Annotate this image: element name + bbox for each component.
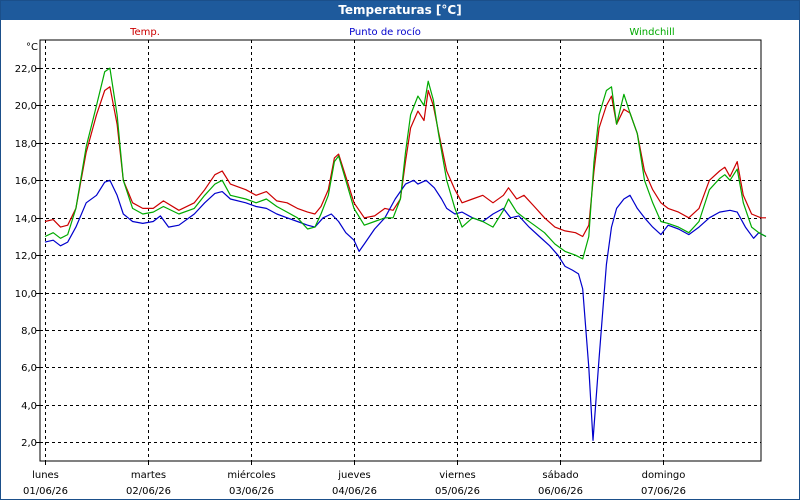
y-tick-label: 22,0 [15, 64, 37, 75]
series-line-punto-de-roc-o [44, 179, 767, 441]
x-tick-date-label: 05/06/26 [435, 486, 480, 497]
y-tick-label: 16,0 [15, 176, 37, 187]
y-tick-label: 14,0 [15, 214, 37, 225]
y-tick-label: 20,0 [15, 101, 37, 112]
y-axis: 2,0 4,0 6,0 8,0 10,0 12,0 14,0 16,0 18,0 20,0 22,0 [15, 64, 40, 449]
y-tick-label: 6,0 [21, 363, 37, 374]
x-tick-day-label: sábado [542, 469, 578, 481]
y-tick-label: 8,0 [21, 326, 37, 337]
y-tick-label: 2,0 [21, 438, 37, 449]
series-lines [44, 67, 767, 441]
legend-entry: Punto de rocío [349, 26, 421, 38]
grid [40, 40, 761, 461]
legend-entry: Temp. [129, 27, 160, 38]
x-tick-date-label: 01/06/26 [23, 486, 68, 497]
x-axis: lunes 01/06/26 martes 02/06/26 miércoles 03/0… [23, 461, 686, 497]
x-tick-day-label: martes [131, 470, 166, 481]
x-tick-day-label: miércoles [227, 469, 275, 481]
x-tick-date-label: 02/06/26 [126, 486, 171, 497]
legend-entry: Windchill [629, 27, 674, 38]
y-tick-label: 18,0 [15, 139, 37, 150]
x-tick-day-label: viernes [439, 470, 475, 481]
x-tick-date-label: 04/06/26 [332, 486, 377, 497]
x-tick-date-label: 03/06/26 [229, 486, 274, 497]
x-tick-date-label: 06/06/26 [538, 486, 583, 497]
y-tick-label: 4,0 [21, 401, 37, 412]
legend: Temp. Punto de rocío Windchill [129, 26, 675, 38]
temperature-chart: 2,0 4,0 6,0 8,0 10,0 12,0 14,0 16,0 18,0 20,0 22,0… [15, 26, 767, 497]
x-tick-date-label: 07/06/26 [641, 486, 686, 497]
y-tick-label: 12,0 [15, 251, 37, 262]
x-tick-day-label: lunes [32, 470, 59, 481]
x-tick-day-label: jueves [337, 470, 371, 481]
y-tick-label: 10,0 [15, 289, 37, 300]
x-tick-day-label: domingo [642, 470, 686, 481]
y-axis-unit-label: °C [26, 42, 38, 53]
